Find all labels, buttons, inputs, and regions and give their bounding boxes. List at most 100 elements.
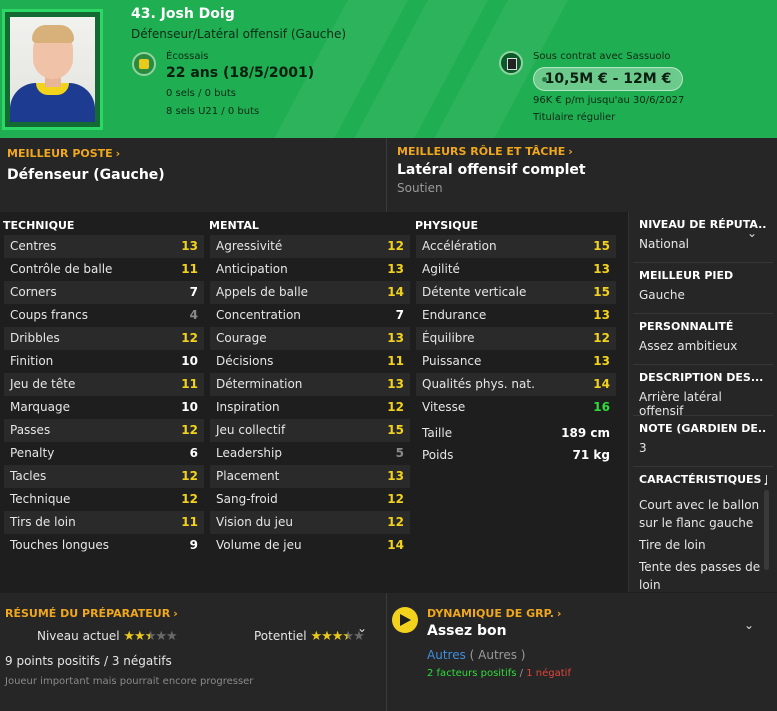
u21-caps: 8 sels U21 / 0 buts bbox=[166, 106, 260, 117]
technique-attribute-row[interactable]: Tacles 12 bbox=[4, 465, 204, 488]
mental-title: MENTAL bbox=[209, 219, 259, 232]
senior-caps: 0 sels / 0 buts bbox=[166, 88, 236, 99]
attribute-value: 14 bbox=[593, 377, 610, 391]
mental-attribute-row[interactable]: Concentration 7 bbox=[210, 304, 410, 327]
technique-attribute-row[interactable]: Marquage 10 bbox=[4, 396, 204, 419]
potential-ability-label: Potentiel bbox=[254, 629, 307, 643]
physique-attribute-row[interactable]: Agilité 13 bbox=[416, 258, 616, 281]
mental-attribute-row[interactable]: Courage 13 bbox=[210, 327, 410, 350]
attribute-label: Touches longues bbox=[10, 538, 110, 552]
physique-title: PHYSIQUE bbox=[415, 219, 479, 232]
star-icon: ★ bbox=[321, 629, 333, 644]
club-badge-icon[interactable] bbox=[499, 51, 523, 75]
preferred-foot-item: MEILLEUR PIED Gauche bbox=[639, 269, 767, 302]
attribute-value: 15 bbox=[593, 285, 610, 299]
mental-attribute-row[interactable]: Anticipation 13 bbox=[210, 258, 410, 281]
chevron-right-icon: › bbox=[568, 145, 573, 158]
attribute-label: Agressivité bbox=[216, 239, 283, 253]
mental-attribute-row[interactable]: Vision du jeu 12 bbox=[210, 511, 410, 534]
traits-title: CARACTÉRISTIQUES J bbox=[639, 473, 767, 486]
technique-attribute-row[interactable]: Touches longues 9 bbox=[4, 534, 204, 557]
mental-attribute-row[interactable]: Sang-froid 12 bbox=[210, 488, 410, 511]
attribute-value: 13 bbox=[387, 469, 404, 483]
physique-attribute-row[interactable]: Accélération 15 bbox=[416, 235, 616, 258]
technique-attribute-row[interactable]: Coups francs 4 bbox=[4, 304, 204, 327]
separator bbox=[633, 262, 773, 263]
chevron-down-icon[interactable]: ⌄ bbox=[744, 618, 754, 632]
attribute-label: Équilibre bbox=[422, 331, 475, 345]
attribute-label: Appels de balle bbox=[216, 285, 309, 299]
attribute-value: 16 bbox=[593, 400, 610, 414]
physique-attribute-row[interactable]: Endurance 13 bbox=[416, 304, 616, 327]
attribute-label: Contrôle de balle bbox=[10, 262, 113, 276]
squad-status: Titulaire régulier bbox=[533, 112, 616, 123]
attribute-value: 13 bbox=[593, 262, 610, 276]
separator bbox=[633, 364, 773, 365]
attribute-value: 10 bbox=[181, 354, 198, 368]
chevron-down-icon[interactable]: ⌄ bbox=[357, 621, 367, 635]
technique-attribute-row[interactable]: Corners 7 bbox=[4, 281, 204, 304]
best-position-link[interactable]: MEILLEUR POSTE › bbox=[7, 147, 120, 160]
chevron-down-icon[interactable]: ⌄ bbox=[747, 226, 757, 240]
mental-attribute-row[interactable]: Inspiration 12 bbox=[210, 396, 410, 419]
technique-attribute-row[interactable]: Passes 12 bbox=[4, 419, 204, 442]
player-name: 43. Josh Doig bbox=[131, 6, 235, 22]
star-icon: ★ bbox=[144, 629, 157, 644]
separator bbox=[633, 313, 773, 314]
coach-report-link[interactable]: RÉSUMÉ DU PRÉPARATEUR › bbox=[5, 607, 178, 620]
technique-attribute-row[interactable]: Jeu de tête 11 bbox=[4, 373, 204, 396]
nation-flag-icon[interactable] bbox=[132, 52, 156, 76]
best-role-value: Latéral offensif complet bbox=[397, 162, 586, 178]
physique-attribute-row[interactable]: Puissance 13 bbox=[416, 350, 616, 373]
attribute-value: 11 bbox=[181, 515, 198, 529]
height-row: Taille 189 cm bbox=[416, 426, 616, 444]
attribute-label: Vitesse bbox=[422, 400, 466, 414]
trait-item: Tente des passes de loin bbox=[639, 560, 761, 592]
height-value: 189 cm bbox=[561, 426, 610, 440]
mental-attribute-row[interactable]: Volume de jeu 14 bbox=[210, 534, 410, 557]
physique-attribute-row[interactable]: Vitesse 16 bbox=[416, 396, 616, 419]
mental-attribute-row[interactable]: Placement 13 bbox=[210, 465, 410, 488]
player-header: 43. Josh Doig Défenseur/Latéral offensif… bbox=[0, 0, 777, 138]
player-photo-frame[interactable] bbox=[2, 9, 103, 130]
attribute-label: Inspiration bbox=[216, 400, 280, 414]
physique-attribute-row[interactable]: Qualités phys. nat. 14 bbox=[416, 373, 616, 396]
attribute-label: Agilité bbox=[422, 262, 460, 276]
team-dynamics-title: DYNAMIQUE DE GRP. bbox=[427, 607, 554, 620]
attribute-label: Leadership bbox=[216, 446, 282, 460]
technique-attribute-row[interactable]: Centres 13 bbox=[4, 235, 204, 258]
factors-separator: / bbox=[519, 668, 524, 679]
technique-attribute-row[interactable]: Dribbles 12 bbox=[4, 327, 204, 350]
player-age: 22 ans (18/5/2001) bbox=[166, 65, 315, 81]
sidebar-scrollbar[interactable] bbox=[764, 490, 769, 570]
mental-attribute-row[interactable]: Jeu collectif 15 bbox=[210, 419, 410, 442]
separator bbox=[633, 466, 773, 467]
social-group-link[interactable]: Autres bbox=[427, 648, 466, 662]
mental-attribute-row[interactable]: Appels de balle 14 bbox=[210, 281, 410, 304]
physique-attribute-row[interactable]: Détente verticale 15 bbox=[416, 281, 616, 304]
attribute-label: Corners bbox=[10, 285, 57, 299]
physique-attribute-row[interactable]: Équilibre 12 bbox=[416, 327, 616, 350]
potential-ability-stars: ★★★★★ bbox=[310, 629, 364, 644]
technique-attribute-row[interactable]: Penalty 6 bbox=[4, 442, 204, 465]
technique-attribute-row[interactable]: Contrôle de balle 11 bbox=[4, 258, 204, 281]
best-role-title: MEILLEURS RÔLE ET TÂCHE bbox=[397, 145, 566, 158]
attribute-label: Décisions bbox=[216, 354, 274, 368]
best-role-panel: MEILLEURS RÔLE ET TÂCHE › Latéral offensi… bbox=[387, 138, 777, 212]
weight-row: Poids 71 kg bbox=[416, 448, 616, 466]
technique-attribute-row[interactable]: Finition 10 bbox=[4, 350, 204, 373]
team-dynamics-link[interactable]: DYNAMIQUE DE GRP. › bbox=[427, 607, 561, 620]
traits-item: CARACTÉRISTIQUES J Court avec le ballon … bbox=[639, 473, 767, 594]
coach-points: 9 points positifs / 3 négatifs bbox=[5, 654, 172, 668]
attribute-value: 12 bbox=[181, 331, 198, 345]
mental-attribute-row[interactable]: Décisions 11 bbox=[210, 350, 410, 373]
best-role-link[interactable]: MEILLEURS RÔLE ET TÂCHE › bbox=[397, 145, 573, 158]
star-icon: ★ bbox=[134, 629, 146, 644]
mental-attribute-row[interactable]: Détermination 13 bbox=[210, 373, 410, 396]
star-icon: ★ bbox=[310, 629, 322, 644]
mental-attribute-row[interactable]: Agressivité 12 bbox=[210, 235, 410, 258]
star-icon: ★ bbox=[123, 629, 135, 644]
mental-attribute-row[interactable]: Leadership 5 bbox=[210, 442, 410, 465]
technique-attribute-row[interactable]: Tirs de loin 11 bbox=[4, 511, 204, 534]
technique-attribute-row[interactable]: Technique 12 bbox=[4, 488, 204, 511]
